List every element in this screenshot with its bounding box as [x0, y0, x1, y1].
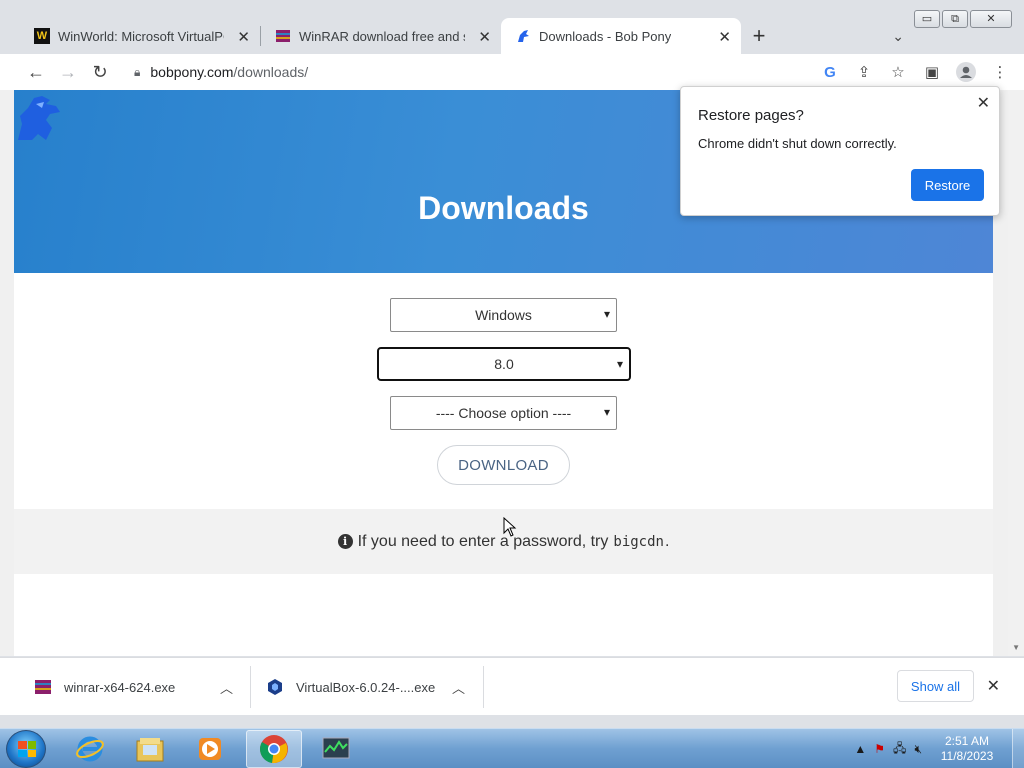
tab-close-icon[interactable]: ✕: [478, 28, 491, 46]
info-icon: i: [337, 534, 353, 549]
show-hidden-icons-chevron-up-icon[interactable]: ▲: [854, 742, 866, 756]
bobpony-logo-icon[interactable]: [16, 94, 62, 142]
os-select[interactable]: Windows ▾: [390, 298, 617, 332]
url-path: /downloads/: [233, 64, 309, 80]
media-player-icon: [199, 738, 221, 760]
tab-bobpony[interactable]: Downloads - Bob Pony ✕: [501, 18, 741, 54]
network-icon[interactable]: 🖧︎: [893, 739, 906, 760]
share-icon[interactable]: ⇪: [850, 56, 878, 88]
windows-logo-icon: [18, 741, 36, 757]
dialog-message: Chrome didn't shut down correctly.: [698, 136, 897, 151]
tab-close-icon[interactable]: ✕: [718, 28, 731, 46]
internet-explorer-icon: [76, 736, 104, 762]
tab-search-chevron-down-icon[interactable]: ⌄: [892, 28, 904, 45]
chrome-taskbar-button[interactable]: [246, 730, 302, 768]
task-manager-icon: [322, 737, 350, 759]
version-select[interactable]: 8.0 ▾: [377, 347, 631, 381]
profile-avatar-icon[interactable]: [952, 56, 980, 88]
toolbar-icons: G ⇪ ☆ ▣ ⋮: [816, 56, 1014, 88]
chevron-up-icon[interactable]: ︿: [452, 678, 465, 697]
chevron-up-icon[interactable]: ︿: [220, 678, 233, 697]
file-explorer-taskbar-button[interactable]: [122, 730, 178, 768]
media-player-taskbar-button[interactable]: [182, 730, 238, 768]
download-filename: winrar-x64-624.exe: [64, 679, 176, 695]
close-button[interactable]: ✕: [970, 10, 1012, 28]
scroll-down-arrow-icon[interactable]: ▼: [1012, 643, 1020, 652]
start-button[interactable]: [6, 730, 46, 768]
page-scrollbar[interactable]: ▼: [1008, 90, 1024, 656]
restore-pages-dialog: Restore pages? Chrome didn't shut down c…: [680, 86, 1000, 216]
tab-winworld[interactable]: W WinWorld: Microsoft VirtualPC 2007 ✕: [20, 18, 260, 54]
restore-button[interactable]: Restore: [911, 169, 984, 201]
clock-time: 2:51 AM: [944, 734, 990, 748]
winrar-file-icon: [35, 680, 51, 694]
clock-date: 11/8/2023: [940, 749, 994, 763]
download-item[interactable]: VirtualBox-6.0.24-....exe ︿: [266, 658, 476, 716]
chevron-down-icon: ▾: [616, 357, 623, 371]
download-button[interactable]: DOWNLOAD: [437, 445, 570, 485]
tab-winrar[interactable]: WinRAR download free and support ✕: [261, 18, 501, 54]
address-bar[interactable]: 🔒︎ bobpony.com/downloads/: [120, 56, 854, 88]
info-code: bigcdn: [613, 533, 664, 550]
shelf-separator: [483, 666, 484, 708]
action-center-flag-icon[interactable]: ⚑: [874, 742, 885, 756]
folder-icon: [136, 738, 164, 762]
clock[interactable]: 2:51 AM 11/8/2023: [936, 734, 998, 764]
show-desktop-button[interactable]: [1012, 729, 1024, 768]
tab-title: Downloads - Bob Pony: [539, 28, 672, 44]
option-select-value: ---- Choose option ----: [435, 405, 572, 421]
taskbar: ▲ ⚑ 🖧︎ 🔇︎ 2:51 AM 11/8/2023: [0, 728, 1024, 768]
task-manager-taskbar-button[interactable]: [308, 730, 364, 768]
browser-window: ▭ ⧉ ✕ W WinWorld: Microsoft VirtualPC 20…: [0, 0, 1024, 728]
chrome-icon: [260, 735, 288, 764]
download-item[interactable]: winrar-x64-624.exe ︿: [34, 658, 244, 716]
download-filename: VirtualBox-6.0.24-....exe: [296, 679, 436, 695]
winrar-icon: [275, 28, 291, 44]
back-button[interactable]: ←: [20, 56, 52, 88]
internet-explorer-taskbar-button[interactable]: [62, 730, 118, 768]
os-select-value: Windows: [475, 307, 532, 323]
menu-kebab-icon[interactable]: ⋮: [986, 56, 1014, 88]
side-panel-icon[interactable]: ▣: [918, 56, 946, 88]
browser-toolbar: ← → ↻ 🔒︎ bobpony.com/downloads/ G ⇪ ☆ ▣ …: [0, 54, 1024, 90]
url-host: bobpony.com: [150, 64, 234, 80]
tab-title: WinWorld: Microsoft VirtualPC 2007: [58, 28, 224, 44]
tab-close-icon[interactable]: ✕: [237, 28, 250, 46]
close-icon[interactable]: ✕: [977, 93, 990, 113]
reload-button[interactable]: ↻: [84, 56, 116, 88]
download-shelf: winrar-x64-624.exe ︿ VirtualBox-6.0.24-.…: [0, 657, 1024, 715]
close-icon[interactable]: ✕: [987, 676, 1000, 696]
lock-icon[interactable]: 🔒︎: [134, 65, 140, 80]
dialog-title: Restore pages?: [698, 107, 804, 124]
tab-title: WinRAR download free and support: [299, 28, 465, 44]
option-select[interactable]: ---- Choose option ---- ▾: [390, 396, 617, 430]
shelf-separator: [250, 666, 251, 708]
system-tray: ▲ ⚑ 🖧︎ 🔇︎ 2:51 AM 11/8/2023: [854, 729, 1024, 768]
tray-icons: ▲ ⚑ 🖧︎ 🔇︎: [854, 739, 922, 760]
winworld-icon: W: [34, 28, 50, 44]
new-tab-button[interactable]: +: [741, 18, 777, 54]
virtualbox-file-icon: [268, 679, 282, 695]
chevron-down-icon: ▾: [603, 307, 610, 321]
bookmark-star-icon[interactable]: ☆: [884, 56, 912, 88]
bobpony-icon: [515, 28, 531, 44]
show-all-button[interactable]: Show all: [897, 670, 974, 702]
forward-button[interactable]: →: [52, 56, 84, 88]
google-lens-icon[interactable]: G: [816, 56, 844, 88]
version-select-value: 8.0: [494, 356, 514, 372]
chevron-down-icon: ▾: [603, 405, 610, 419]
volume-muted-icon[interactable]: 🔇︎: [914, 742, 922, 757]
info-end: .: [664, 532, 670, 550]
tab-strip: W WinWorld: Microsoft VirtualPC 2007 ✕ W…: [20, 18, 964, 54]
mouse-cursor-icon: [503, 517, 517, 537]
info-text: If you need to enter a password, try: [357, 532, 609, 550]
